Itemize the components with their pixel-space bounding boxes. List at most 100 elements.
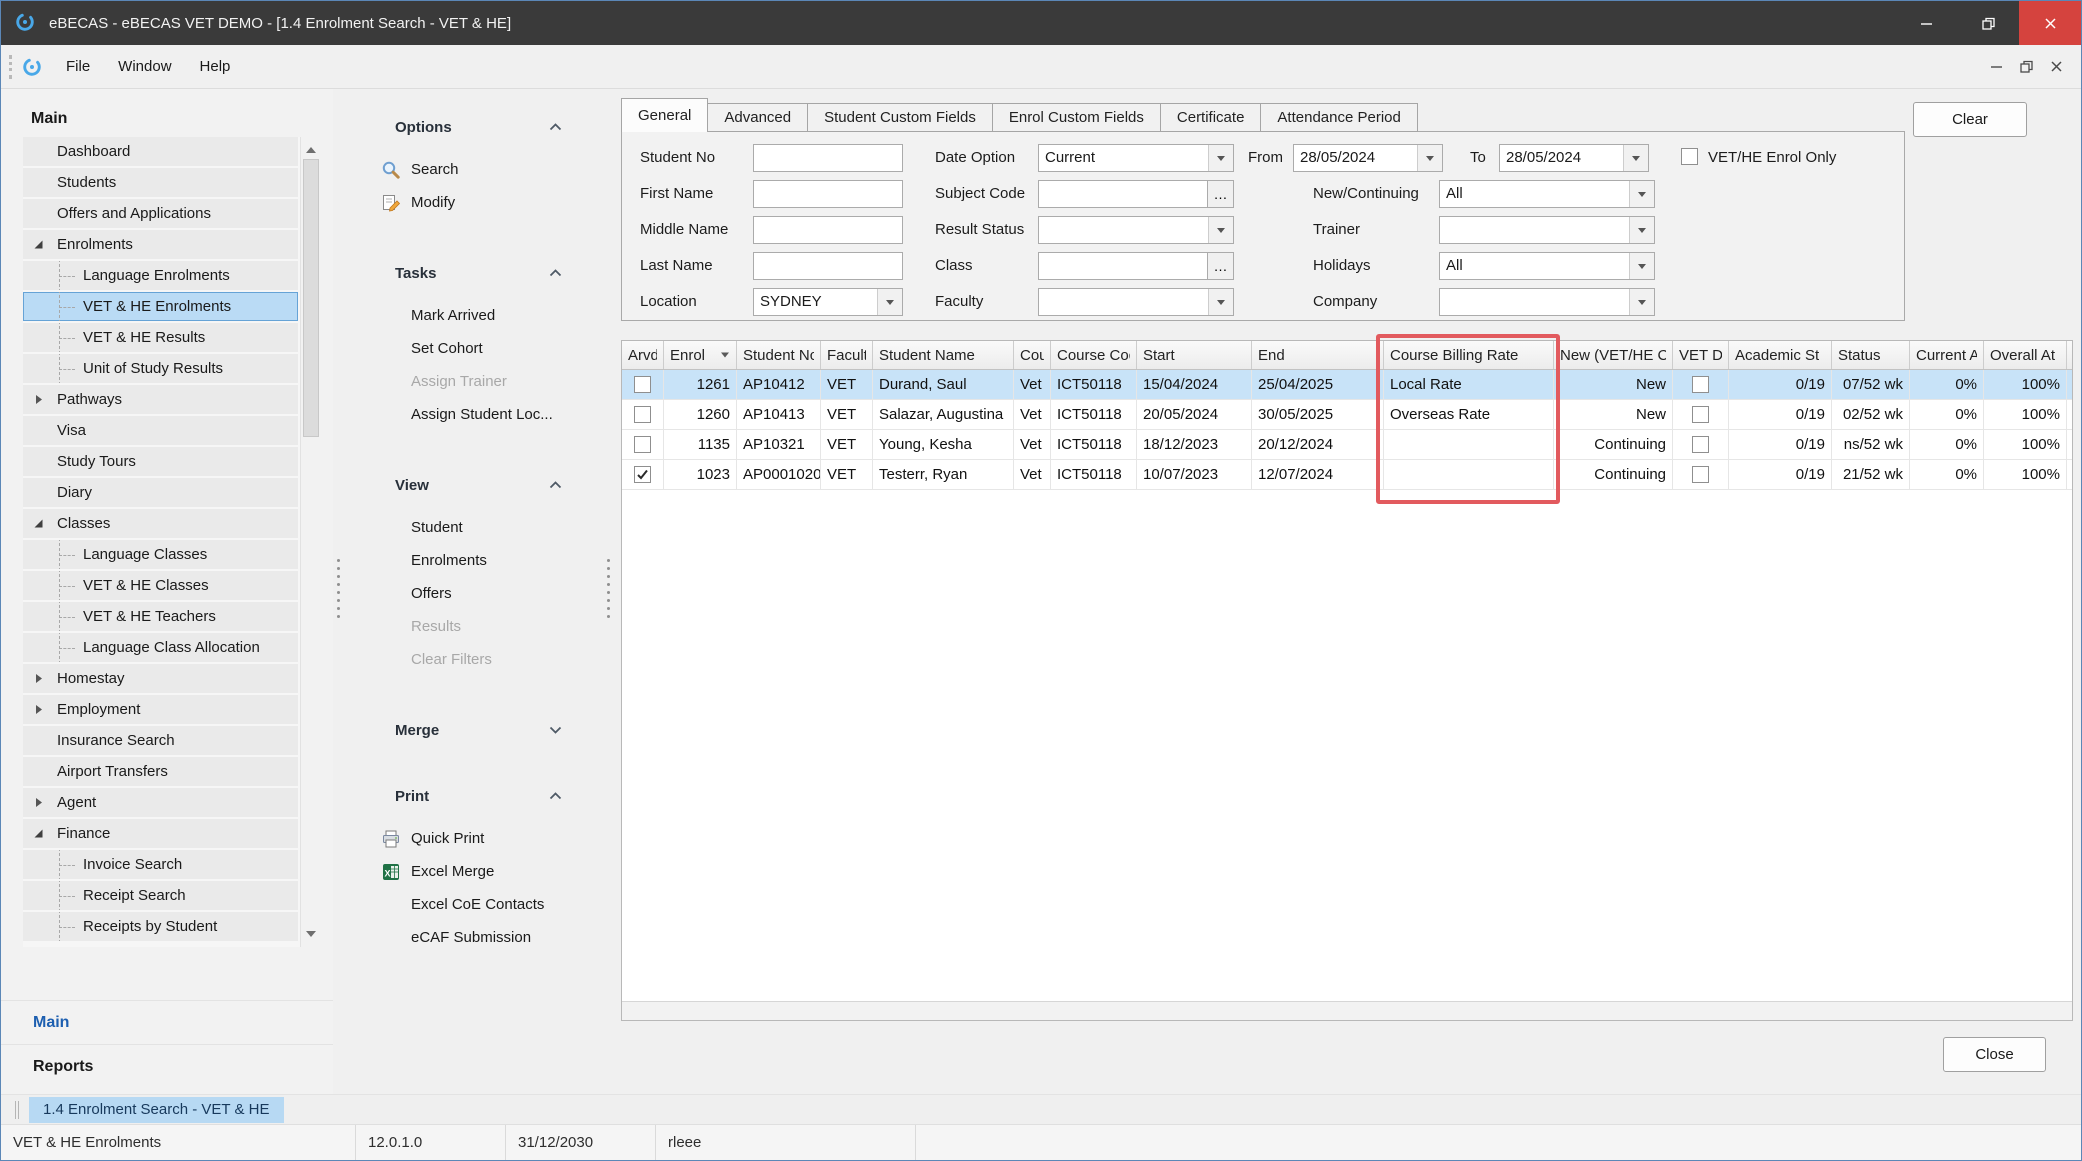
tree-item-offers-and-applications[interactable]: Offers and Applications: [23, 199, 298, 228]
clear-button[interactable]: Clear: [1913, 102, 2027, 137]
action-search[interactable]: Search: [345, 153, 603, 186]
grid-column-header-new_continuing[interactable]: New (VET/HE C: [1554, 341, 1673, 369]
new-continuing-select[interactable]: All: [1439, 180, 1655, 208]
first-name-input[interactable]: [753, 180, 903, 208]
checkbox-unchecked[interactable]: [1692, 436, 1709, 453]
location-select[interactable]: SYDNEY: [753, 288, 903, 316]
actions-section-header-options[interactable]: Options: [345, 115, 603, 139]
chevron-down-icon[interactable]: [877, 289, 902, 315]
tree-collapsed-icon[interactable]: [33, 394, 57, 405]
tree-item-vet-he-results[interactable]: VET & HE Results: [23, 323, 298, 352]
tree-item-invoice-search[interactable]: Invoice Search: [23, 850, 298, 879]
actions-section-header-print[interactable]: Print: [345, 784, 603, 808]
class-browse-button[interactable]: …: [1208, 252, 1234, 280]
tree-item-unit-of-study-results[interactable]: Unit of Study Results: [23, 354, 298, 383]
scroll-down-icon[interactable]: [306, 931, 316, 942]
grid-column-header-enrol[interactable]: Enrol: [664, 341, 737, 369]
scroll-up-icon[interactable]: [306, 142, 316, 153]
document-tab[interactable]: 1.4 Enrolment Search - VET & HE: [29, 1097, 284, 1123]
tree-item-insurance-search[interactable]: Insurance Search: [23, 726, 298, 755]
action-excel-coe-contacts[interactable]: Excel CoE Contacts: [345, 888, 603, 921]
close-button[interactable]: Close: [1943, 1037, 2046, 1072]
subject-code-input[interactable]: [1038, 180, 1208, 208]
grid-column-header-arvd[interactable]: Arvd: [622, 341, 664, 369]
class-input[interactable]: [1038, 252, 1208, 280]
tree-expanded-icon[interactable]: [33, 828, 57, 839]
menu-window[interactable]: Window: [104, 50, 185, 83]
chevron-down-icon[interactable]: [1629, 253, 1654, 279]
tree-item-homestay[interactable]: Homestay: [23, 664, 298, 693]
checkbox-unchecked[interactable]: [634, 406, 651, 423]
tree-collapsed-icon[interactable]: [33, 704, 57, 715]
action-quick-print[interactable]: Quick Print: [345, 822, 603, 855]
tree-item-classes[interactable]: Classes: [23, 509, 298, 538]
tree-item-dashboard[interactable]: Dashboard: [23, 137, 298, 166]
grid-row-3[interactable]: 1135AP10321VETYoung, KeshaVetICT5011818/…: [622, 430, 2072, 460]
tree-collapsed-icon[interactable]: [33, 797, 57, 808]
chevron-down-icon[interactable]: [1629, 217, 1654, 243]
mdi-minimize-button[interactable]: [1981, 53, 2011, 81]
tree-expanded-icon[interactable]: [33, 518, 57, 529]
actions-section-header-merge[interactable]: Merge: [345, 718, 603, 742]
tree-item-finance[interactable]: Finance: [23, 819, 298, 848]
menu-help[interactable]: Help: [186, 50, 245, 83]
action-excel-merge[interactable]: XExcel Merge: [345, 855, 603, 888]
chevron-down-icon[interactable]: [1208, 145, 1233, 171]
filter-dropdown-icon[interactable]: [716, 351, 730, 359]
tree-item-vet-he-classes[interactable]: VET & HE Classes: [23, 571, 298, 600]
trainer-select[interactable]: [1439, 216, 1655, 244]
tree-item-diary[interactable]: Diary: [23, 478, 298, 507]
splitter-left[interactable]: [333, 89, 345, 1094]
grid-column-header-billing_rate[interactable]: Course Billing Rate: [1384, 341, 1554, 369]
faculty-select[interactable]: [1038, 288, 1234, 316]
menu-file[interactable]: File: [52, 50, 104, 83]
action-set-cohort[interactable]: Set Cohort: [345, 332, 603, 365]
action-student[interactable]: Student: [345, 511, 603, 544]
tree-item-students[interactable]: Students: [23, 168, 298, 197]
action-modify[interactable]: Modify: [345, 186, 603, 219]
vet-he-enrol-only-checkbox[interactable]: [1681, 148, 1698, 165]
holidays-select[interactable]: All: [1439, 252, 1655, 280]
tree-item-vet-he-enrolments[interactable]: VET & HE Enrolments: [23, 292, 298, 321]
grid-column-header-course[interactable]: Cours: [1014, 341, 1051, 369]
grid-column-header-faculty[interactable]: Facult: [821, 341, 873, 369]
actions-section-header-view[interactable]: View: [345, 473, 603, 497]
grid-column-header-student_no[interactable]: Student Nc: [737, 341, 821, 369]
grid-row-2[interactable]: 1260AP10413VETSalazar, AugustinaVetICT50…: [622, 400, 2072, 430]
actions-section-header-tasks[interactable]: Tasks: [345, 261, 603, 285]
from-date-select[interactable]: 28/05/2024: [1293, 144, 1443, 172]
checkbox-unchecked[interactable]: [1692, 406, 1709, 423]
chevron-down-icon[interactable]: [1208, 217, 1233, 243]
tab-attendance-period[interactable]: Attendance Period: [1260, 103, 1417, 132]
action-assign-student-loc[interactable]: Assign Student Loc...: [345, 398, 603, 431]
company-select[interactable]: [1439, 288, 1655, 316]
checkbox-unchecked[interactable]: [1692, 376, 1709, 393]
tree-item-study-tours[interactable]: Study Tours: [23, 447, 298, 476]
grid-row-4[interactable]: 1023AP0001020VETTesterr, RyanVetICT50118…: [622, 460, 2072, 490]
tab-student-custom-fields[interactable]: Student Custom Fields: [807, 103, 993, 132]
window-close-button[interactable]: [2019, 1, 2081, 45]
chevron-down-icon[interactable]: [1629, 289, 1654, 315]
checkbox-unchecked[interactable]: [634, 436, 651, 453]
chevron-down-icon[interactable]: [1208, 289, 1233, 315]
grid-column-header-vet_det[interactable]: VET Det: [1673, 341, 1729, 369]
grid-column-header-overall_att[interactable]: Overall At: [1984, 341, 2067, 369]
tab-certificate[interactable]: Certificate: [1160, 103, 1262, 132]
to-date-select[interactable]: 28/05/2024: [1499, 144, 1649, 172]
tree-item-visa[interactable]: Visa: [23, 416, 298, 445]
tree-item-language-enrolments[interactable]: Language Enrolments: [23, 261, 298, 290]
checkbox-unchecked[interactable]: [634, 376, 651, 393]
grid-column-header-start[interactable]: Start: [1137, 341, 1252, 369]
action-offers[interactable]: Offers: [345, 577, 603, 610]
tree-item-airport-transfers[interactable]: Airport Transfers: [23, 757, 298, 786]
action-enrolments[interactable]: Enrolments: [345, 544, 603, 577]
tree-item-employment[interactable]: Employment: [23, 695, 298, 724]
tree-item-enrolments[interactable]: Enrolments: [23, 230, 298, 259]
tab-advanced[interactable]: Advanced: [707, 103, 808, 132]
tab-general[interactable]: General: [621, 98, 708, 132]
grid-row-1[interactable]: 1261AP10412VETDurand, SaulVetICT5011815/…: [622, 370, 2072, 400]
subject-code-browse-button[interactable]: …: [1208, 180, 1234, 208]
window-minimize-button[interactable]: [1895, 1, 1957, 45]
tree-item-vet-he-teachers[interactable]: VET & HE Teachers: [23, 602, 298, 631]
checkbox-checked[interactable]: [634, 466, 651, 483]
